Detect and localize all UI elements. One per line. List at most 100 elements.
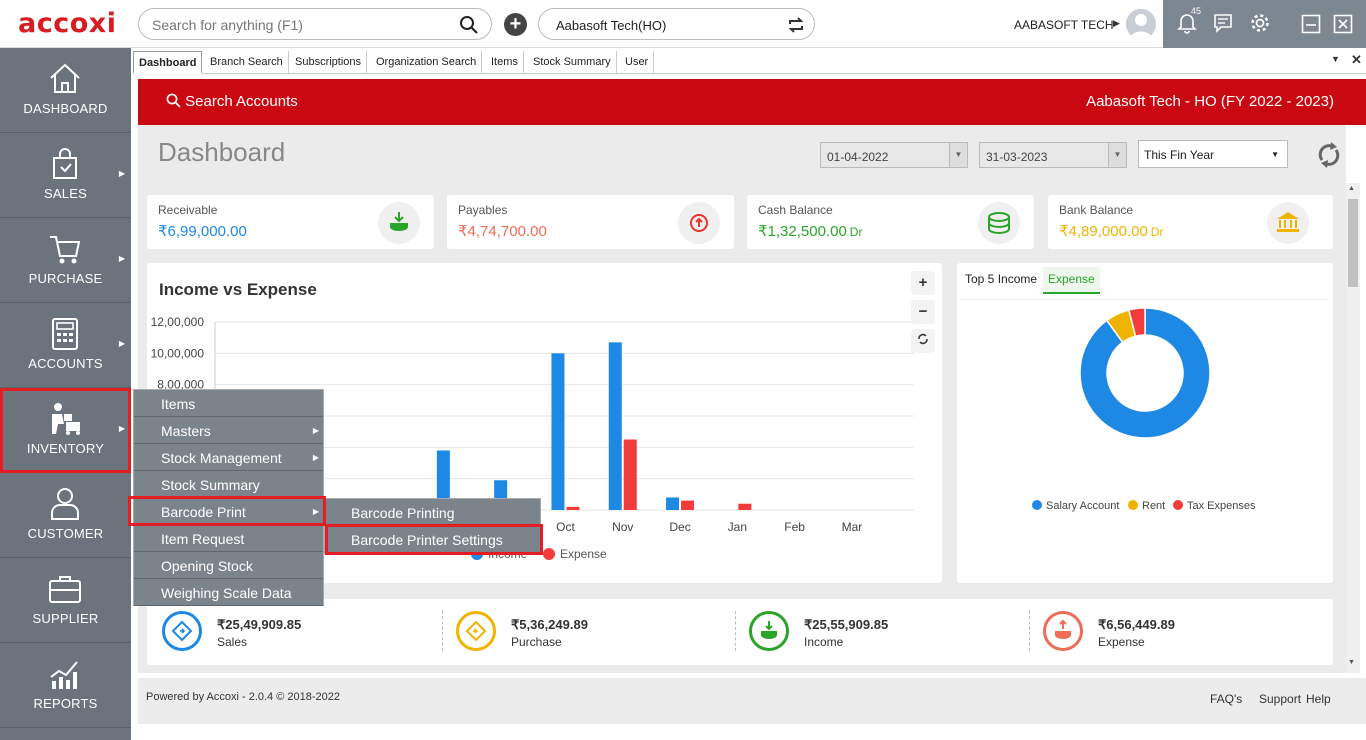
legend-label[interactable]: Salary Account [1046,500,1119,512]
legend-label[interactable]: Expense [560,547,607,561]
home-icon [48,62,82,101]
stat-value: ₹25,49,909.85 [217,617,302,632]
legend-marker [543,548,555,560]
tab-branch-search[interactable]: Branch Search [205,51,289,74]
close-icon[interactable] [1333,14,1353,39]
card-receivable[interactable]: Receivable ₹6,99,000.00 [147,195,434,249]
bar-expense-dec[interactable] [681,500,695,510]
card-amount: ₹4,74,700.00 [458,223,547,240]
company-selector[interactable]: Aabasoft Tech(HO) [538,8,815,40]
chart-icon [48,657,82,696]
bar-income-nov[interactable] [608,342,622,510]
caret-right-icon: ▶ [118,254,125,263]
sidebar-item-inventory[interactable]: INVENTORY ▶ [0,388,131,473]
gear-icon[interactable] [1249,12,1271,39]
message-icon[interactable] [1213,12,1233,39]
bar-expense-oct[interactable] [566,506,580,510]
scrollbar-thumb[interactable] [1348,199,1358,287]
support-link[interactable]: Support [1259,692,1301,706]
expense-icon [1043,611,1083,651]
sidebar-item-dashboard[interactable]: DASHBOARD [0,48,131,133]
tab-dashboard[interactable]: Dashboard [133,51,203,74]
sidebar-item-supplier[interactable]: SUPPLIER [0,558,131,643]
avatar[interactable] [1126,9,1156,39]
sidebar-item-label: DASHBOARD [23,101,108,116]
x-tick-label: Feb [784,520,805,534]
to-date-field[interactable]: 31-03-2023 ▼ [979,142,1127,168]
divider [1029,611,1030,651]
sidebar-item-label: REPORTS [33,696,98,711]
tab-bar: Dashboard Branch Search Subscriptions Organ… [133,51,1366,74]
switch-icon[interactable] [786,15,806,40]
sidebar: DASHBOARD SALES ▶ PURCHASE ▶ ACCOUNTS ▶ INVENTO… [0,48,131,740]
menu-item-masters[interactable]: Masters ▶ [134,417,323,444]
sidebar-item-purchase[interactable]: PURCHASE ▶ [0,218,131,303]
menu-item-stock-summary[interactable]: Stock Summary [134,471,323,498]
tab-organization-search[interactable]: Organization Search [371,51,483,74]
card-cash-balance[interactable]: Cash Balance ₹1,32,500.00 Dr [747,195,1034,249]
help-link[interactable]: Help [1306,692,1331,706]
scroll-up-icon[interactable]: ▲ [1348,185,1355,192]
tab-subscriptions[interactable]: Subscriptions [290,51,368,74]
bar-expense-nov[interactable] [623,439,637,511]
card-payables[interactable]: Payables ₹4,74,700.00 [447,195,734,249]
period-value: This Fin Year [1144,148,1215,162]
sidebar-item-customer[interactable]: CUSTOMER [0,473,131,558]
card-amount: ₹6,99,000.00 [158,223,247,240]
cash-icon [978,202,1020,244]
card-value: ₹1,32,500.00 Dr [758,222,862,240]
menu-item-items[interactable]: Items [134,390,323,417]
chevron-down-icon[interactable]: ▼ [949,143,967,167]
search-icon[interactable] [459,15,479,40]
powered-by: Powered by Accoxi - 2.0.4 © 2018-2022 [146,691,340,703]
caret-down-icon[interactable]: ▼ [1331,54,1340,64]
legend-label[interactable]: Tax Expenses [1187,500,1256,512]
from-date-field[interactable]: 01-04-2022 ▼ [820,142,968,168]
caret-right-icon[interactable]: ▶ [1113,18,1120,29]
user-name[interactable]: AABASOFT TECH [1014,18,1114,32]
highlight-box [128,496,326,526]
add-button[interactable]: + [504,13,527,36]
menu-item-weighing-scale-data[interactable]: Weighing Scale Data [134,579,323,606]
x-tick-label: Oct [556,520,575,534]
legend-marker [1173,500,1183,510]
briefcase-icon [48,572,82,611]
period-select[interactable]: This Fin Year ▼ [1138,140,1288,168]
scroll-down-icon[interactable]: ▼ [1348,659,1355,666]
bar-income-oct[interactable] [551,353,565,510]
sidebar-item-sales[interactable]: SALES ▶ [0,133,131,218]
legend-label[interactable]: Rent [1142,500,1165,512]
tab-user[interactable]: User [620,51,655,74]
global-search[interactable]: Search for anything (F1) [138,8,492,40]
notification-badge: 45 [1191,6,1202,16]
tab-items[interactable]: Items [486,51,524,74]
menu-item-opening-stock[interactable]: Opening Stock [134,552,323,579]
sidebar-item-reports[interactable]: REPORTS [0,643,131,728]
refresh-icon[interactable] [1316,140,1342,175]
sidebar-item-label: PURCHASE [28,271,103,286]
sidebar-item-accounts[interactable]: ACCOUNTS ▶ [0,303,131,388]
menu-item-stock-management[interactable]: Stock Management ▶ [134,444,323,471]
card-bank-balance[interactable]: Bank Balance ₹4,89,000.00 Dr [1048,195,1333,249]
bell-icon[interactable] [1177,12,1197,39]
menu-item-label: Item Request [161,531,245,547]
chevron-down-icon[interactable]: ▼ [1108,143,1126,167]
sidebar-item-label: SUPPLIER [32,611,99,626]
caret-right-icon: ▶ [312,453,319,462]
menu-item-item-request[interactable]: Item Request [134,525,323,552]
faq-link[interactable]: FAQ's [1210,692,1242,706]
tab-stock-summary[interactable]: Stock Summary [528,51,617,74]
top-bar: accoxi Search for anything (F1) + Aabaso… [0,0,1366,48]
bar-income-dec[interactable] [666,497,680,510]
search-icon [166,93,181,108]
bar-expense-jan[interactable] [738,503,752,510]
search-accounts-link[interactable]: Search Accounts [166,93,298,110]
tab-close-icon[interactable]: ✕ [1351,52,1362,68]
accoxi-logo[interactable]: accoxi [18,8,116,39]
minimize-icon[interactable] [1301,14,1321,39]
y-tick-label: 10,00,000 [151,346,205,360]
sidebar-item-label: INVENTORY [26,441,105,456]
stat-label: Purchase [511,635,562,649]
submenu-item-barcode-printing[interactable]: Barcode Printing [325,499,540,526]
card-label: Bank Balance [1059,203,1134,217]
